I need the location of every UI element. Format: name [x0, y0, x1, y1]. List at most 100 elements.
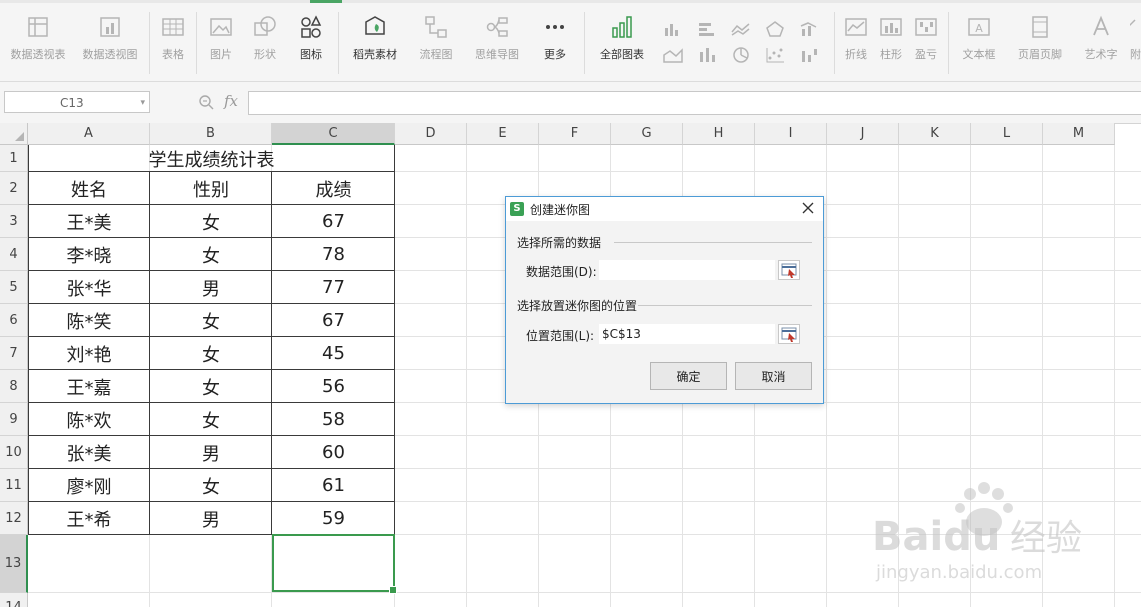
row-header-7[interactable]: 7	[0, 337, 28, 370]
area-chart-icon[interactable]	[662, 46, 684, 64]
column-header-m[interactable]: M	[1043, 123, 1115, 145]
docer-material-button[interactable]: 稻壳素材	[346, 14, 404, 78]
cell-score[interactable]: 67	[272, 304, 395, 337]
row-header-5[interactable]: 5	[0, 271, 28, 304]
row-header-14[interactable]: 14	[0, 593, 28, 607]
column-header-a[interactable]: A	[28, 123, 150, 145]
cell-name[interactable]: 刘*艳	[28, 337, 150, 370]
shape-button[interactable]: 形状	[246, 14, 284, 78]
data-range-picker-button[interactable]	[778, 260, 800, 280]
row-header-1[interactable]: 1	[0, 145, 28, 172]
ok-button[interactable]: 确定	[650, 362, 727, 390]
flowchart-button[interactable]: 流程图	[412, 14, 460, 78]
cell-score[interactable]: 58	[272, 403, 395, 436]
stock-chart-icon[interactable]	[696, 46, 718, 64]
cell-name[interactable]: 陈*欢	[28, 403, 150, 436]
row-header-13[interactable]: 13	[0, 535, 28, 593]
row-header-6[interactable]: 6	[0, 304, 28, 337]
wordart-button[interactable]: 艺术字	[1074, 14, 1128, 78]
row-header-3[interactable]: 3	[0, 205, 28, 238]
sheet-title-cell[interactable]: 学生成绩统计表	[28, 145, 395, 172]
picture-button[interactable]: 图片	[203, 14, 239, 78]
column-header-b[interactable]: B	[150, 123, 272, 145]
icons-button[interactable]: 图标	[292, 14, 330, 78]
chevron-down-icon[interactable]: ▾	[140, 92, 145, 114]
row-header-11[interactable]: 11	[0, 469, 28, 502]
location-range-picker-button[interactable]	[778, 324, 800, 344]
location-range-input[interactable]	[599, 324, 775, 344]
attachment-button[interactable]: 附	[1130, 14, 1141, 78]
row-header-4[interactable]: 4	[0, 238, 28, 271]
cell-gender[interactable]: 女	[150, 469, 272, 502]
cell-gender[interactable]: 女	[150, 238, 272, 271]
line-chart-icon[interactable]	[730, 20, 752, 38]
textbox-button[interactable]: A 文本框	[954, 14, 1004, 78]
cell-score[interactable]: 59	[272, 502, 395, 535]
zoom-icon[interactable]	[198, 94, 214, 110]
all-charts-button[interactable]: 全部图表	[592, 14, 652, 78]
close-icon[interactable]	[801, 201, 815, 215]
cell-name[interactable]: 廖*刚	[28, 469, 150, 502]
column-header-d[interactable]: D	[395, 123, 467, 145]
sparkline-line-button[interactable]: 折线	[840, 14, 872, 78]
other-chart-icon[interactable]	[798, 46, 820, 64]
cell-gender[interactable]: 女	[150, 304, 272, 337]
pivot-chart-button[interactable]: 数据透视图	[78, 14, 142, 78]
formula-input[interactable]	[248, 91, 1141, 115]
column-header-g[interactable]: G	[611, 123, 683, 145]
more-button[interactable]: 更多	[534, 14, 576, 78]
header-footer-button[interactable]: 页眉页脚	[1012, 14, 1068, 78]
data-range-input[interactable]	[599, 260, 775, 280]
row-header-10[interactable]: 10	[0, 436, 28, 469]
scatter-chart-icon[interactable]	[764, 46, 786, 64]
cell-score[interactable]: 78	[272, 238, 395, 271]
select-all-corner[interactable]	[0, 123, 28, 145]
column-header-j[interactable]: J	[827, 123, 899, 145]
selected-cell-c13[interactable]	[272, 534, 397, 594]
column-header-l[interactable]: L	[971, 123, 1043, 145]
cell-score[interactable]: 67	[272, 205, 395, 238]
header-gender-cell[interactable]: 性别	[150, 172, 272, 205]
cell-name[interactable]: 王*嘉	[28, 370, 150, 403]
cell-score[interactable]: 56	[272, 370, 395, 403]
cell-score[interactable]: 60	[272, 436, 395, 469]
dialog-titlebar[interactable]: S 创建迷你图	[506, 197, 823, 221]
combo-chart-icon[interactable]	[798, 20, 820, 38]
name-box[interactable]: C13 ▾	[4, 91, 150, 113]
cell-gender[interactable]: 女	[150, 403, 272, 436]
column-header-i[interactable]: I	[755, 123, 827, 145]
sparkline-winloss-button[interactable]: 盈亏	[910, 14, 942, 78]
cell-name[interactable]: 王*希	[28, 502, 150, 535]
cell-name[interactable]: 李*晓	[28, 238, 150, 271]
cancel-button[interactable]: 取消	[735, 362, 812, 390]
cell-gender[interactable]: 女	[150, 205, 272, 238]
fx-icon[interactable]: fx	[224, 92, 238, 110]
pie-chart-icon[interactable]	[730, 46, 752, 64]
cell-name[interactable]: 陈*笑	[28, 304, 150, 337]
row-header-12[interactable]: 12	[0, 502, 28, 535]
cell-name[interactable]: 张*华	[28, 271, 150, 304]
table-button[interactable]: 表格	[156, 14, 190, 78]
pivot-table-button[interactable]: 数据透视表	[6, 14, 70, 78]
row-header-2[interactable]: 2	[0, 172, 28, 205]
column-header-k[interactable]: K	[899, 123, 971, 145]
cell-name[interactable]: 王*美	[28, 205, 150, 238]
cell-gender[interactable]: 男	[150, 436, 272, 469]
cell-gender[interactable]: 女	[150, 370, 272, 403]
radar-chart-icon[interactable]	[764, 20, 786, 38]
row-header-8[interactable]: 8	[0, 370, 28, 403]
cell-gender[interactable]: 男	[150, 271, 272, 304]
mindmap-button[interactable]: 思维导图	[468, 14, 526, 78]
cell-gender[interactable]: 女	[150, 337, 272, 370]
column-chart-icon[interactable]	[662, 20, 684, 38]
cell-gender[interactable]: 男	[150, 502, 272, 535]
fill-handle[interactable]	[389, 586, 397, 594]
cell-score[interactable]: 61	[272, 469, 395, 502]
column-header-c[interactable]: C	[272, 123, 395, 145]
column-header-h[interactable]: H	[683, 123, 755, 145]
cell-score[interactable]: 77	[272, 271, 395, 304]
bar-chart-icon[interactable]	[696, 20, 718, 38]
sparkline-column-button[interactable]: 柱形	[875, 14, 907, 78]
column-header-e[interactable]: E	[467, 123, 539, 145]
header-name-cell[interactable]: 姓名	[28, 172, 150, 205]
